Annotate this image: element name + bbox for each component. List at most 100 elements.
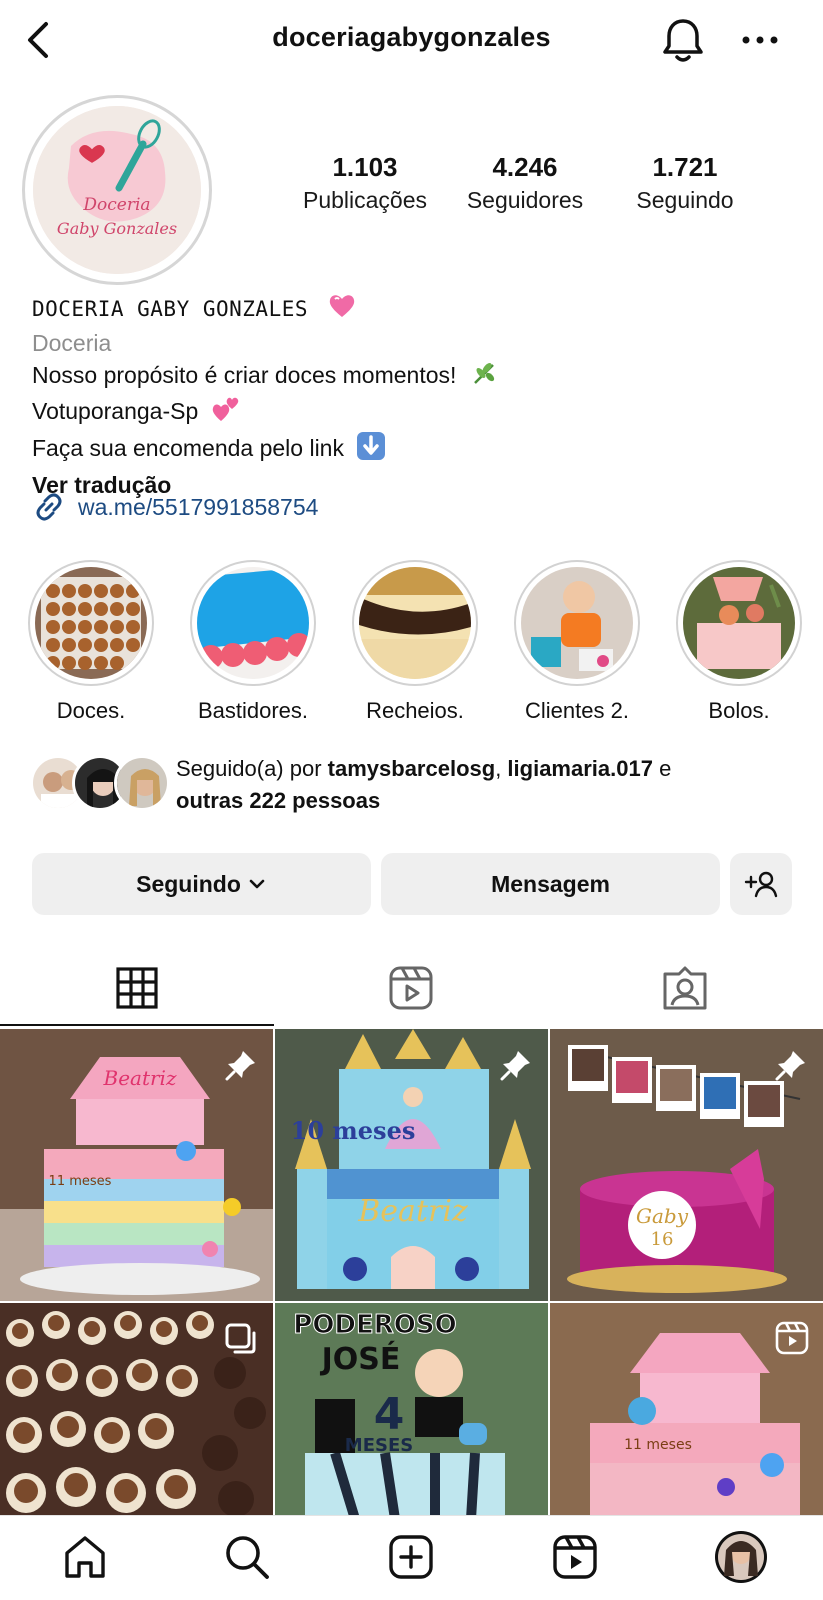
post-3-name-text: Gaby — [636, 1204, 689, 1228]
tagged-icon — [663, 966, 707, 1010]
bio-line-3: Faça sua encomenda pelo link — [32, 431, 792, 469]
highlight-ring — [676, 560, 802, 686]
stat-posts[interactable]: 1.103 Publicações — [290, 152, 440, 214]
profile-stats: 1.103 Publicações 4.246 Seguidores 1.721… — [290, 152, 760, 214]
pink-heart-icon — [328, 293, 356, 327]
post-1-age-text: 11 meses — [49, 1174, 112, 1189]
avatar-logo-text: Doceria — [82, 195, 150, 215]
message-button-label: Mensagem — [491, 870, 610, 897]
highlight-label: Clientes 2. — [525, 698, 629, 723]
tab-posts-grid[interactable] — [0, 948, 274, 1028]
bio-link[interactable]: wa.me/5517991858754 — [32, 490, 318, 524]
bottom-navigation — [0, 1515, 823, 1600]
highlight-ring — [190, 560, 316, 686]
tab-reels[interactable] — [274, 948, 548, 1028]
post-6-age-text: 11 meses — [624, 1437, 692, 1453]
highlight-thumbnail — [683, 567, 795, 679]
highlight-label: Doces. — [56, 698, 126, 723]
post-5-line-3: 4 — [374, 1389, 405, 1440]
posts-grid: Beatriz 11 meses 10 meses Beatriz Gaby 1… — [0, 1029, 823, 1519]
post-thumbnail-1[interactable]: Beatriz 11 meses — [0, 1029, 273, 1301]
highlight-thumbnail — [197, 567, 309, 679]
bio-line-1-text: Nosso propósito é criar doces momentos! — [32, 362, 457, 388]
follower-username-1[interactable]: tamysbarcelosg — [328, 756, 496, 781]
stat-followers[interactable]: 4.246 Seguidores — [450, 152, 600, 214]
pin-icon — [773, 1047, 809, 1088]
two-hearts-icon — [211, 395, 241, 431]
highlight-clientes-2[interactable]: Clientes 2. — [512, 560, 642, 724]
down-arrow-icon — [356, 431, 386, 469]
follower-username-2[interactable]: ligiamaria.017 — [507, 756, 653, 781]
bio-category: Doceria — [32, 329, 112, 356]
bio-name: DOCERIA GABY GONZALES — [32, 297, 309, 321]
more-icon[interactable] — [740, 28, 780, 52]
link-icon — [36, 493, 62, 521]
grid-icon — [116, 967, 158, 1009]
search-icon[interactable] — [220, 1530, 274, 1584]
message-button[interactable]: Mensagem — [381, 853, 720, 915]
bio-line-3-text: Faça sua encomenda pelo link — [32, 435, 344, 461]
following-button[interactable]: Seguindo — [32, 853, 371, 915]
post-thumbnail-6[interactable]: 11 meses — [550, 1303, 823, 1519]
post-5-line-2: JOSÉ — [320, 1341, 401, 1377]
highlight-bolos[interactable]: Bolos. — [674, 560, 804, 724]
add-person-icon — [744, 871, 778, 898]
following-button-label: Seguindo — [136, 870, 241, 897]
highlight-ring — [352, 560, 478, 686]
highlight-thumbnail — [35, 567, 147, 679]
herb-icon — [471, 359, 499, 395]
followed-by-text: Seguido(a) por tamysbarcelosg, ligiamari… — [176, 753, 776, 817]
reels-nav-icon[interactable] — [548, 1530, 602, 1584]
profile-tab-avatar[interactable] — [714, 1530, 768, 1584]
active-tab-indicator — [0, 1024, 274, 1026]
stat-posts-value: 1.103 — [332, 152, 398, 182]
highlight-doces[interactable]: Doces. — [26, 560, 156, 724]
profile-bio: DOCERIA GABY GONZALES Doceria Nosso prop… — [32, 292, 792, 501]
home-icon[interactable] — [58, 1530, 112, 1584]
followed-by-others[interactable]: outras 222 pessoas — [176, 788, 380, 813]
stat-following-value: 1.721 — [652, 152, 718, 182]
post-thumbnail-5[interactable]: PODEROSO JOSÉ 4 MESES — [275, 1303, 548, 1519]
highlight-bastidores[interactable]: Bastidores. — [188, 560, 318, 724]
highlight-thumbnail — [359, 567, 471, 679]
stat-followers-label: Seguidores — [466, 187, 584, 213]
highlight-label: Bastidores. — [197, 698, 309, 723]
post-5-line-1: PODEROSO — [293, 1310, 456, 1340]
post-thumbnail-4[interactable] — [0, 1303, 273, 1519]
highlight-ring — [28, 560, 154, 686]
bell-icon[interactable] — [660, 16, 706, 64]
stat-following-label: Seguindo — [636, 187, 734, 213]
stat-posts-label: Publicações — [302, 187, 428, 213]
tab-tagged[interactable] — [548, 948, 822, 1028]
highlight-thumbnail — [521, 567, 633, 679]
highlight-recheios[interactable]: Recheios. — [350, 560, 480, 724]
profile-avatar[interactable]: Doceria Gaby Gonzales — [33, 106, 201, 274]
followed-by-sep: , — [495, 756, 508, 781]
avatar-logo-text-2: Gaby Gonzales — [57, 219, 177, 238]
highlight-label: Recheios. — [366, 698, 464, 723]
reel-badge-icon — [775, 1321, 809, 1360]
carousel-icon — [223, 1321, 259, 1362]
suggest-people-button[interactable] — [730, 853, 792, 915]
post-1-topper-text: Beatriz — [103, 1066, 177, 1090]
chevron-down-icon — [249, 879, 265, 889]
stat-followers-value: 4.246 — [492, 152, 558, 182]
create-icon[interactable] — [384, 1530, 438, 1584]
followed-by-and: e — [652, 756, 672, 781]
stat-following[interactable]: 1.721 Seguindo — [610, 152, 760, 214]
followed-by[interactable]: Seguido(a) por tamysbarcelosg, ligiamari… — [30, 755, 800, 825]
followed-by-prefix: Seguido(a) por — [176, 756, 328, 781]
post-2-age-text: 10 meses — [291, 1116, 416, 1145]
bio-line-2: Votuporanga-Sp — [32, 395, 792, 431]
post-thumbnail-2[interactable]: 10 meses Beatriz — [275, 1029, 548, 1301]
post-2-name-text: Beatriz — [357, 1194, 468, 1229]
post-3-age-text: 16 — [651, 1229, 674, 1250]
story-highlights: Doces. Bastidores. Recheios. Clientes 2.… — [26, 560, 816, 723]
bio-name-row: DOCERIA GABY GONZALES — [32, 292, 792, 327]
top-bar: doceriagabygonzales — [0, 0, 823, 80]
pin-icon — [498, 1047, 534, 1088]
highlight-label: Bolos. — [708, 698, 770, 723]
profile-tabs — [0, 948, 823, 1028]
post-thumbnail-3[interactable]: Gaby 16 — [550, 1029, 823, 1301]
bio-link-text: wa.me/5517991858754 — [78, 493, 319, 520]
